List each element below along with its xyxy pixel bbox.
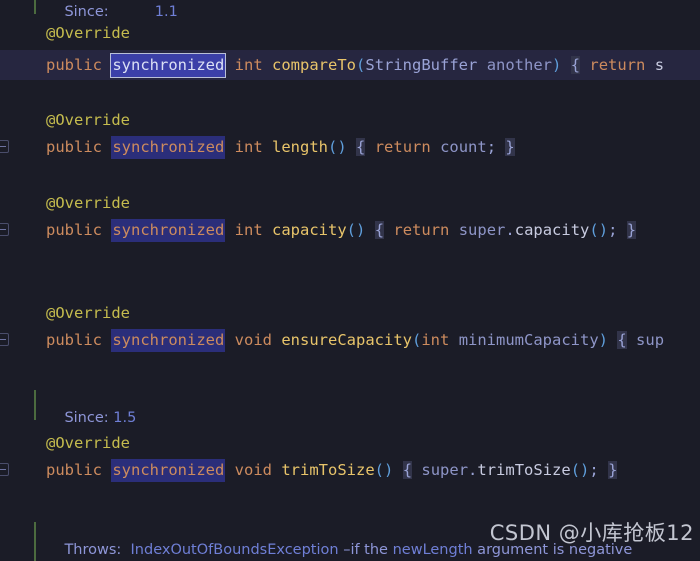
search-match: synchronized [111, 219, 226, 242]
annotation-text: @Override [46, 304, 130, 322]
annotation-text: @Override [46, 194, 130, 212]
code-line-method-compareTo[interactable]: public synchronized int compareTo(String… [0, 50, 700, 80]
code-line-annotation-override-5[interactable]: @Override [0, 428, 700, 458]
doc-text-before: if the [350, 542, 393, 558]
code-text: public synchronized int compareTo(String… [46, 50, 664, 80]
code-line-annotation-override-1[interactable]: @Override [0, 18, 700, 48]
doc-gutter-bar [34, 0, 36, 14]
annotation-text: @Override [46, 111, 130, 129]
code-editor[interactable]: Since: 1.1 @Override public synchronized… [0, 0, 700, 561]
doc-gutter-bar [34, 390, 36, 420]
code-line-method-capacity[interactable]: public synchronized int capacity() { ret… [0, 215, 700, 245]
doc-since-value: 1.5 [113, 410, 137, 426]
code-text: public synchronized int length() { retur… [46, 132, 515, 162]
annotation-text: @Override [46, 24, 130, 42]
code-line-method-trimToSize[interactable]: public synchronized void trimToSize() { … [0, 455, 700, 485]
annotation-text: @Override [46, 434, 130, 452]
search-match: synchronized [111, 136, 226, 159]
doc-text-after: argument is negative [472, 542, 633, 558]
code-line-method-length[interactable]: public synchronized int length() { retur… [0, 132, 700, 162]
search-match-selected: synchronized [110, 53, 227, 78]
search-match: synchronized [111, 329, 226, 352]
code-line-annotation-override-4[interactable]: @Override [0, 298, 700, 328]
code-text: public synchronized void trimToSize() { … [46, 455, 618, 485]
code-text: public synchronized void ensureCapacity(… [46, 325, 664, 355]
code-text: public synchronized int capacity() { ret… [46, 215, 637, 245]
code-line-annotation-override-3[interactable]: @Override [0, 188, 700, 218]
search-match: synchronized [111, 459, 226, 482]
doc-gutter-bar [34, 522, 36, 561]
doc-see-also-block: See Also: length() [46, 548, 194, 561]
code-line-method-ensureCapacity[interactable]: public synchronized void ensureCapacity(… [0, 325, 700, 355]
code-line-annotation-override-2[interactable]: @Override [0, 105, 700, 135]
doc-since-label: Since: [64, 410, 109, 426]
doc-code-newLength: newLength [392, 542, 473, 558]
